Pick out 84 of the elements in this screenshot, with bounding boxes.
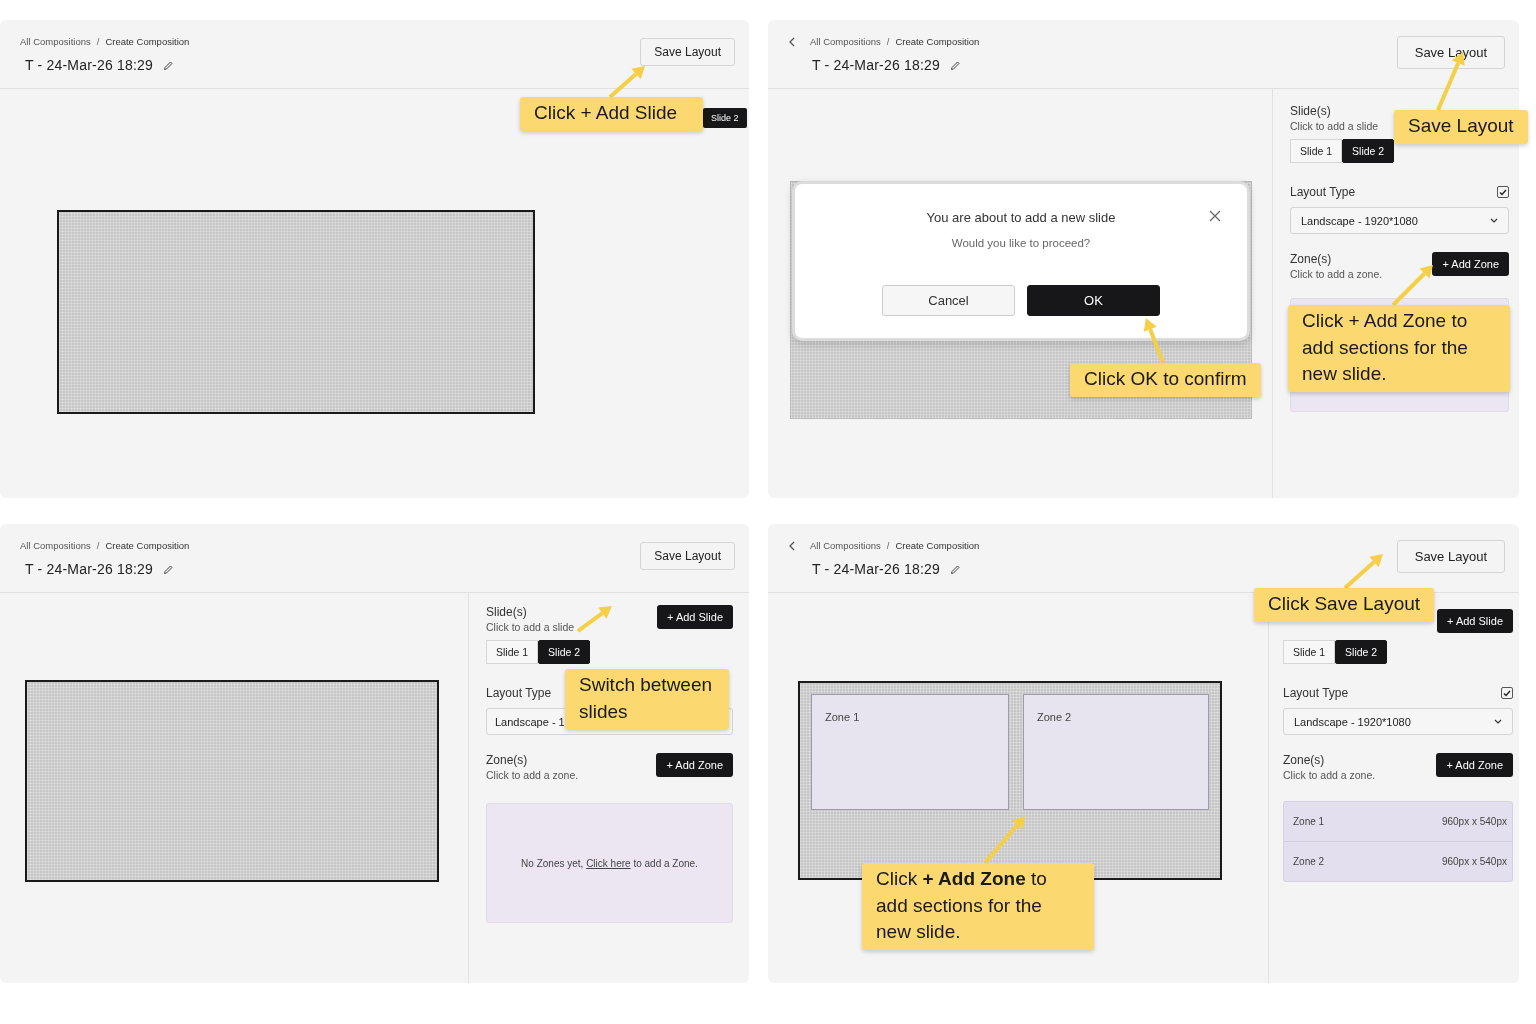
layout-dropdown[interactable]: Landscape - 1920*1080 [1290,207,1509,234]
save-layout-button[interactable]: Save Layout [640,542,735,570]
pencil-icon [163,563,175,575]
layout-checkbox[interactable] [1501,687,1513,699]
click-here-link[interactable]: Click here [586,857,631,869]
slide-tab[interactable]: Slide 2 [703,108,747,128]
back-icon[interactable] [788,540,796,551]
chevron-down-icon [1494,719,1502,724]
section-title: Slide(s) [1290,104,1332,118]
slide-tab[interactable]: Slide 2 [1335,640,1388,664]
dropdown-value: Landscape - 1920*1080 [1294,715,1411,728]
zone-label: Zone 1 [825,711,860,723]
breadcrumb-separator: / [96,36,100,47]
section-hint: Click to add a zone. [486,769,579,781]
breadcrumb-link[interactable]: Create Composition [105,540,190,551]
slide-tab[interactable]: Slide 1 [486,640,539,664]
callout-note: Switch between slides [565,669,729,730]
back-icon[interactable] [788,36,796,47]
add-zone-button[interactable]: + Add Zone [656,753,733,777]
section-title: Layout Type [486,686,552,700]
composition-title: T - 24-Mar-26 18:29 [812,561,941,577]
composition-title: T - 24-Mar-26 18:29 [25,561,154,577]
section-hint: Click to add a slide [1290,120,1379,132]
save-layout-button[interactable]: Save Layout [1396,540,1505,573]
save-layout-button[interactable]: Save Layout [1396,36,1505,69]
breadcrumb-separator: / [96,540,100,551]
callout-note: Click + Add Slide [520,97,703,131]
pencil-icon [950,563,962,575]
breadcrumb-separator: / [886,540,890,551]
section-title: Layout Type [1290,185,1356,199]
callout-note: Click Save Layout [1254,588,1435,622]
add-slide-button[interactable]: + Add Slide [657,605,733,629]
check-icon [1499,188,1507,196]
chevron-down-icon [1490,218,1498,223]
slide-tab[interactable]: Slide 2 [1342,139,1395,163]
section-title: Slide(s) [486,605,528,619]
layout-checkbox[interactable] [1497,186,1509,198]
breadcrumb-separator: / [886,36,890,47]
section-title: Zone(s) [1283,753,1326,767]
zone-name: Zone 1 [1293,816,1325,827]
callout-note: Click + Add Zone to add sections for the new slide. [1288,305,1510,392]
pencil-icon [950,59,962,71]
check-icon [1503,689,1511,697]
add-slide-button[interactable]: + Add Slide [1437,609,1513,633]
section-title: Layout Type [1283,686,1349,700]
zone-label: Zone 2 [1036,711,1072,723]
save-layout-button[interactable]: Save Layout [640,38,735,66]
section-hint: Click to add a zone. [1283,769,1376,781]
breadcrumb-link[interactable]: All Compositions [810,36,881,47]
section-hint: Click to add a zone. [1290,268,1383,280]
close-icon [1209,210,1221,222]
zone-size: 960px x 540px [1441,856,1507,867]
callout-note: Save Layout [1394,110,1528,144]
zone-size: 960px x 540px [1441,816,1507,827]
callout-note: Click OK to confirm [1070,363,1261,397]
dropdown-value: Landscape - 1 [495,715,565,728]
zone-list-item[interactable]: Zone 2 960px x 540px [1284,841,1512,881]
empty-state-message: No Zones yet, Click here to add a Zone. [521,857,698,869]
add-zone-button[interactable]: + Add Zone [1436,753,1513,777]
ok-button[interactable]: OK [1027,285,1160,316]
cancel-button[interactable]: Cancel [882,285,1015,316]
zone-name: Zone 2 [1293,856,1325,867]
dropdown-value: Landscape - 1920*1080 [1301,214,1418,227]
breadcrumb-link[interactable]: Create Composition [895,540,980,551]
slide-tab[interactable]: Slide 2 [538,640,591,664]
slide-tab[interactable]: Slide 1 [1283,640,1336,664]
dialog-message: Would you like to proceed? [950,237,1092,249]
section-title: Zone(s) [1290,252,1333,266]
dialog-title: You are about to add a new slide [926,210,1116,225]
zone-list-item[interactable]: Zone 1 960px x 540px [1284,802,1512,841]
composition-title: T - 24-Mar-26 18:29 [25,57,154,73]
section-hint: Click to add a slide [486,621,575,633]
slide-tab[interactable]: Slide 1 [1290,139,1343,163]
breadcrumb-link[interactable]: Create Composition [105,36,190,47]
add-zone-button[interactable]: + Add Zone [1432,252,1509,276]
breadcrumb-link[interactable]: All Compositions [20,36,91,47]
pencil-icon [163,59,175,71]
callout-note: Click + Add Zone to add sections for the new slide. [862,863,1094,950]
composition-title: T - 24-Mar-26 18:29 [812,57,941,73]
breadcrumb-link[interactable]: Create Composition [895,36,980,47]
breadcrumb-link[interactable]: All Compositions [20,540,91,551]
layout-dropdown[interactable]: Landscape - 1920*1080 [1283,708,1513,735]
breadcrumb-link[interactable]: All Compositions [810,540,881,551]
section-title: Zone(s) [486,753,529,767]
